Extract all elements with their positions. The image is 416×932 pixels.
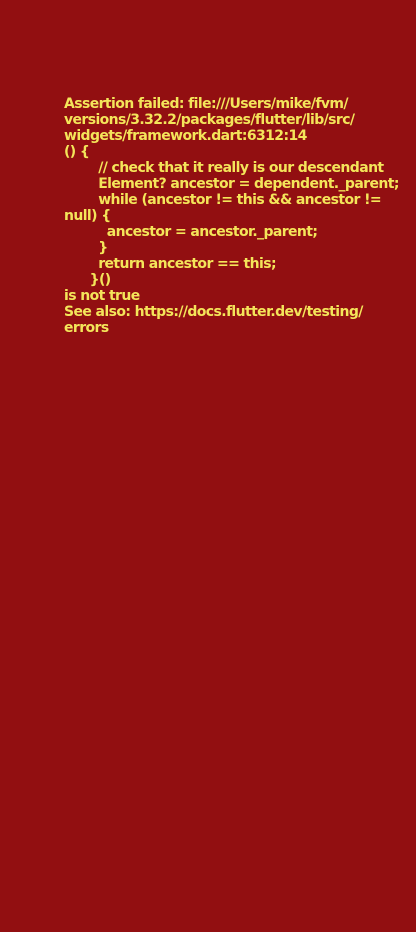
error-message: Assertion failed: file:///Users/mike/fvm… <box>64 96 399 336</box>
error-screen: Assertion failed: file:///Users/mike/fvm… <box>0 0 416 932</box>
